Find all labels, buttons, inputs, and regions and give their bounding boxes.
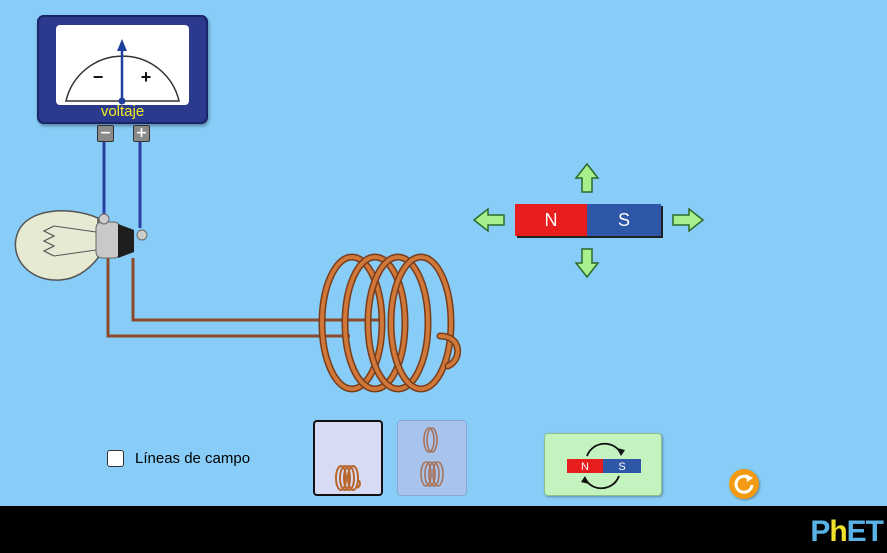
phet-logo[interactable]: PhET: [810, 515, 884, 549]
navigation-bar: [0, 506, 887, 553]
terminal-minus: −: [97, 125, 114, 142]
arrow-right-icon[interactable]: [672, 207, 705, 233]
reset-button[interactable]: [729, 469, 759, 499]
flip-icon: N S: [567, 442, 641, 490]
dial-plus-label: +: [141, 67, 152, 87]
arrow-left-icon[interactable]: [472, 207, 505, 233]
magnet-south-pole: S: [587, 204, 661, 236]
arrow-up-icon[interactable]: [574, 162, 600, 193]
coil: [318, 253, 461, 393]
circuit-wires: [106, 258, 380, 338]
field-lines-checkbox[interactable]: [107, 450, 124, 467]
two-coils-icon: [420, 427, 444, 487]
arrow-down-icon[interactable]: [574, 248, 600, 279]
voltmeter-dial: − +: [56, 25, 189, 105]
logo-p: P: [810, 515, 830, 548]
logo-et: ET: [846, 515, 884, 548]
voltmeter: − + voltaje: [37, 15, 208, 124]
simulation-stage: − + voltaje − + N S Líneas de campo N S …: [0, 0, 887, 553]
flip-north-label: N: [581, 461, 589, 473]
field-lines-control[interactable]: Líneas de campo: [107, 450, 250, 467]
reset-icon: [734, 474, 754, 494]
voltmeter-leads: [102, 140, 142, 228]
one-coil-icon: [335, 465, 361, 491]
logo-h: h: [829, 515, 847, 548]
dial-minus-label: −: [93, 67, 104, 87]
voltmeter-label: voltaje: [100, 103, 145, 120]
one-coil-button[interactable]: [313, 420, 383, 496]
dial-scale: − +: [65, 39, 180, 105]
field-lines-label: Líneas de campo: [135, 450, 251, 467]
flip-magnet-button[interactable]: N S: [544, 433, 662, 496]
light-bulb: [14, 210, 148, 281]
terminal-plus: +: [133, 125, 150, 142]
bar-magnet[interactable]: N S: [515, 204, 661, 236]
magnet-north-pole: N: [515, 204, 587, 236]
flip-south-label: S: [618, 461, 625, 473]
two-coils-button[interactable]: [397, 420, 467, 496]
